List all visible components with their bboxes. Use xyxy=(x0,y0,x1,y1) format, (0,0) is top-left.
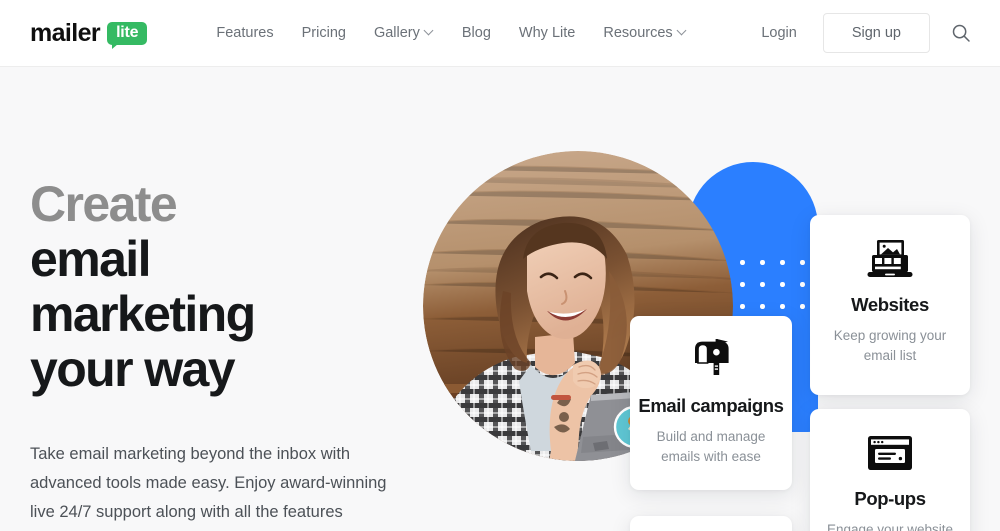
headline-line-4: your way xyxy=(30,341,236,397)
hero-copy: Create email marketing your way Take ema… xyxy=(30,177,400,527)
headline-line-2: email xyxy=(30,231,151,287)
signup-button[interactable]: Sign up xyxy=(822,13,930,53)
dot xyxy=(800,304,805,309)
dot xyxy=(780,260,785,265)
card-description: Engage your website visitors xyxy=(826,522,954,531)
dot-pattern xyxy=(740,260,816,320)
hero-paragraph: Take email marketing beyond the inbox wi… xyxy=(30,445,387,521)
hero-section: Create email marketing your way Take ema… xyxy=(0,67,1000,531)
chevron-down-icon xyxy=(425,27,434,36)
headline-line-1: Create xyxy=(30,176,178,232)
page-title: Create email marketing your way xyxy=(30,177,400,397)
card-description: Keep growing your email list xyxy=(833,328,947,363)
chevron-down-icon xyxy=(678,27,687,36)
card-description: Build and manage emails with ease xyxy=(656,429,766,464)
nav-label: Pricing xyxy=(301,25,346,41)
main-navigation: Features Pricing Gallery Blog Why Lite R… xyxy=(202,17,700,49)
logo[interactable]: mailer lite xyxy=(30,18,148,49)
browser-window-icon xyxy=(810,427,970,479)
feature-card-email-campaigns[interactable]: Email campaigns Build and manage emails … xyxy=(630,316,792,490)
dot xyxy=(780,304,785,309)
nav-label: Gallery xyxy=(373,25,420,41)
card-title: Websites xyxy=(851,294,929,315)
nav-item-resources[interactable]: Resources xyxy=(589,17,700,49)
header-actions: Login Sign up xyxy=(745,13,974,53)
card-title: Pop-ups xyxy=(854,488,926,509)
feature-card-popups[interactable]: Pop-ups Engage your website visitors xyxy=(810,409,970,531)
nav-label: Blog xyxy=(461,25,491,41)
nav-item-gallery[interactable]: Gallery xyxy=(360,17,448,49)
dot xyxy=(760,260,765,265)
nav-label: Resources xyxy=(603,25,673,41)
dot xyxy=(760,304,765,309)
headline-line-3: marketing xyxy=(30,286,256,342)
search-icon[interactable] xyxy=(948,20,974,46)
dot xyxy=(780,282,785,287)
dot xyxy=(800,282,805,287)
dot xyxy=(800,260,805,265)
dot xyxy=(740,282,745,287)
logo-lite-badge: lite xyxy=(107,21,148,49)
site-header: mailer lite Features Pricing Gallery Blo… xyxy=(0,0,1000,67)
hero-artwork: Websites Keep growing your email list Em… xyxy=(410,67,1000,531)
nav-item-features[interactable]: Features xyxy=(202,17,287,49)
logo-wordmark: mailer xyxy=(30,18,101,47)
dot xyxy=(740,260,745,265)
login-link[interactable]: Login xyxy=(745,17,812,49)
dot xyxy=(740,304,745,309)
nav-label: Why Lite xyxy=(518,25,576,41)
card-title: Email campaigns xyxy=(638,395,784,416)
website-builder-icon xyxy=(810,233,970,285)
dot xyxy=(760,282,765,287)
nav-item-why-lite[interactable]: Why Lite xyxy=(505,17,589,49)
nav-item-blog[interactable]: Blog xyxy=(448,17,505,49)
nav-item-pricing[interactable]: Pricing xyxy=(288,17,360,49)
mailbox-flag-icon xyxy=(630,334,792,386)
nav-label: Features xyxy=(216,25,274,41)
feature-card-websites[interactable]: Websites Keep growing your email list xyxy=(810,215,970,395)
feature-card-automations[interactable]: Automations xyxy=(630,516,792,531)
